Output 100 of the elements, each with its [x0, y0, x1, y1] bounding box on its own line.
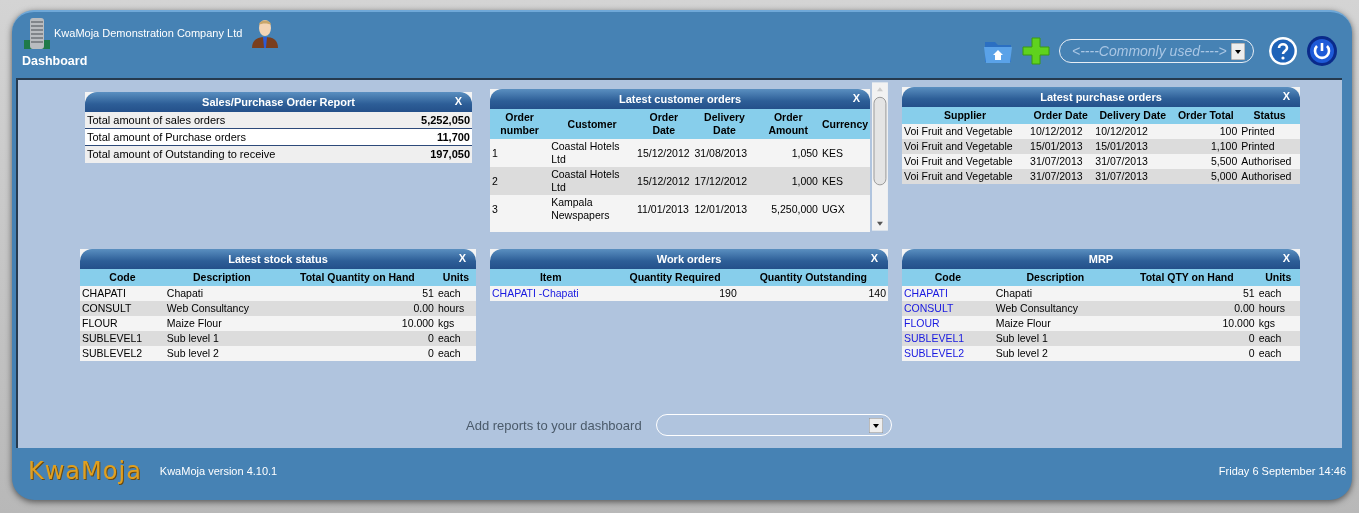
close-button[interactable]: X	[454, 95, 462, 107]
table-cell: 2	[492, 174, 498, 187]
table-cell: Web Consultancy	[166, 302, 249, 314]
table-cell: 10.000	[1222, 317, 1255, 329]
close-button[interactable]: X	[1282, 252, 1290, 264]
summary-label: Total amount of sales orders	[87, 114, 226, 126]
table-cell: KES	[821, 174, 843, 187]
scrollbar[interactable]	[872, 82, 888, 231]
building-icon	[22, 16, 52, 50]
table-cell: 17/12/2012	[694, 174, 748, 187]
table-cell: Maize Flour	[995, 317, 1051, 329]
table-cell: Chapati	[166, 287, 204, 299]
power-icon[interactable]	[1306, 35, 1338, 67]
table-cell: 5,250,000	[771, 202, 818, 215]
table-cell: 15/01/2013	[1030, 140, 1083, 152]
column-header: Units	[1265, 271, 1292, 283]
table-cell: KES	[821, 146, 843, 159]
table-cell: each	[437, 332, 461, 344]
panel-title: Work orders	[656, 253, 722, 265]
column-header: Order number	[500, 111, 539, 136]
table-cell: 12/01/2013	[694, 202, 748, 215]
table-cell: 10.000	[401, 317, 434, 329]
column-header: Order Total	[1177, 109, 1234, 121]
summary-value: 197,050	[430, 148, 470, 161]
add-reports-label: Add reports to your dashboard	[466, 417, 642, 433]
table-cell: 15/12/2012	[637, 146, 690, 159]
table-cell: 10/12/2012	[1095, 125, 1148, 137]
page-title: Dashboard	[22, 54, 89, 68]
table-cell: Sub level 1	[166, 332, 219, 344]
panel-title: Latest purchase orders	[1040, 91, 1162, 103]
item-link[interactable]: FLOUR	[904, 317, 940, 329]
table-cell: each	[1258, 287, 1282, 299]
column-header: Order Date	[1033, 109, 1088, 121]
version-text: KwaMoja version 4.10.1	[159, 465, 278, 477]
table-cell: 51	[422, 287, 434, 299]
column-header: Currency	[821, 117, 869, 130]
table-cell: 31/07/2013	[1095, 170, 1148, 182]
table-cell: each	[437, 347, 461, 359]
table-cell: Coastal Hotels Ltd	[551, 140, 620, 165]
table-cell: Voi Fruit and Vegetable	[904, 155, 1013, 167]
close-button[interactable]: X	[870, 252, 878, 264]
table-cell: 31/08/2013	[694, 146, 748, 159]
column-header: Total Quantity on Hand	[300, 271, 415, 283]
table-cell: SUBLEVEL2	[82, 347, 143, 359]
table-cell: 1	[492, 146, 498, 159]
date-time: Friday 6 September 14:46	[1218, 465, 1346, 477]
panel-title: Sales/Purchase Order Report	[202, 96, 355, 108]
table-cell: kgs	[1258, 317, 1275, 329]
dropdown-arrow-icon[interactable]	[868, 417, 883, 433]
table-cell: Authorised	[1241, 155, 1292, 167]
table-cell: each	[437, 287, 461, 299]
table-cell: 15/01/2013	[1095, 140, 1148, 152]
column-header: Description	[192, 271, 251, 283]
item-link[interactable]: CHAPATI	[904, 287, 948, 299]
table-cell: 100	[1219, 125, 1238, 137]
table-cell: each	[1258, 347, 1282, 359]
column-header: Units	[442, 271, 470, 283]
table-cell: 0	[1248, 332, 1255, 344]
table-cell: hours	[437, 302, 465, 314]
table-cell: 0	[428, 347, 434, 359]
table-cell: Printed	[1241, 125, 1275, 137]
column-header: Delivery Date	[1099, 109, 1167, 121]
table-cell: CONSULT	[82, 302, 132, 314]
dropdown-arrow-icon[interactable]	[1231, 42, 1245, 60]
summary-value: 11,700	[436, 131, 470, 143]
table-cell: UGX	[821, 202, 845, 215]
table-cell: Sub level 1	[995, 332, 1048, 344]
table-cell: hours	[1258, 302, 1285, 314]
item-link[interactable]: SUBLEVEL2	[904, 347, 965, 359]
table-cell: Maize Flour	[166, 317, 222, 329]
table-cell: 3	[492, 202, 498, 215]
close-button[interactable]: X	[1282, 90, 1290, 102]
table-cell: 5,000	[1211, 170, 1238, 182]
table-cell: 31/07/2013	[1095, 155, 1148, 167]
table-cell: 0	[428, 332, 434, 344]
user-icon[interactable]	[250, 17, 281, 49]
table-cell: Voi Fruit and Vegetable	[904, 170, 1013, 182]
close-button[interactable]: X	[852, 92, 861, 104]
table-cell: 11/01/2013	[637, 202, 689, 215]
column-header: Code	[934, 271, 961, 283]
table-cell: 140	[868, 287, 886, 299]
table-cell: 190	[719, 287, 737, 299]
column-header: Code	[109, 271, 136, 283]
table-cell: Coastal Hotels Ltd	[551, 168, 620, 193]
table-cell: Web Consultancy	[995, 302, 1078, 314]
table-cell: 31/07/2013	[1030, 155, 1083, 167]
table-cell: each	[1258, 332, 1282, 344]
table-cell: FLOUR	[82, 317, 118, 329]
table-cell: Printed	[1241, 140, 1275, 152]
help-icon[interactable]	[1268, 36, 1298, 66]
table-cell: 10/12/2012	[1030, 125, 1083, 137]
table-cell: Voi Fruit and Vegetable	[904, 140, 1013, 152]
table-cell: 0.00	[1234, 302, 1255, 314]
panel-title: MRP	[1088, 253, 1114, 265]
column-header: Customer	[567, 117, 617, 130]
item-link[interactable]: CHAPATI -Chapati	[492, 287, 579, 299]
company-name: KwaMoja Demonstration Company Ltd	[54, 27, 243, 39]
close-button[interactable]: X	[458, 252, 466, 264]
panel-title: Latest customer orders	[618, 93, 742, 105]
column-header: Supplier	[944, 109, 987, 121]
